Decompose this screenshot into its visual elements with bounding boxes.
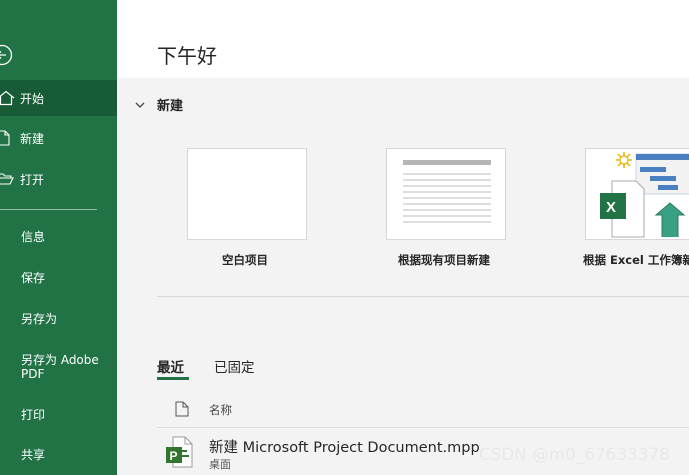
nav-item-save-as[interactable]: 另存为	[21, 312, 57, 326]
nav-item-new[interactable]: 新建	[0, 121, 117, 155]
nav-item-label: 新建	[20, 131, 45, 146]
nav-separator	[0, 209, 97, 210]
new-file-icon	[0, 130, 20, 146]
open-folder-icon	[0, 171, 20, 187]
list-divider	[157, 427, 689, 428]
project-file-icon: P	[165, 436, 193, 472]
back-arrow-icon[interactable]	[0, 44, 13, 66]
template-from-existing[interactable]	[386, 148, 506, 240]
active-tab-indicator	[157, 377, 189, 380]
nav-item-open[interactable]: 打开	[0, 162, 117, 196]
section-divider	[157, 296, 689, 297]
nav-item-print[interactable]: 打印	[21, 408, 45, 422]
nav-item-share[interactable]: 共享	[21, 448, 45, 462]
watermark-text: CSDN @m0_67633378	[479, 445, 670, 464]
template-label: 空白项目	[222, 253, 268, 267]
backstage-sidebar: 开始 新建 打开 信息 保存 另存为 另存为 Adobe PDF 打印 共享	[0, 0, 117, 475]
nav-item-save[interactable]: 保存	[21, 271, 45, 285]
file-location: 桌面	[209, 458, 231, 471]
nav-item-home[interactable]: 开始	[0, 80, 117, 116]
nav-item-save-as-pdf[interactable]: 另存为 Adobe PDF	[21, 353, 111, 381]
file-type-icon	[175, 401, 189, 421]
excel-import-icon: X	[600, 152, 689, 238]
template-label: 根据 Excel 工作簿新建	[583, 253, 689, 267]
svg-text:X: X	[606, 199, 616, 216]
svg-text:P: P	[170, 449, 178, 463]
new-section-header[interactable]: 新建	[135, 95, 183, 114]
tab-pinned[interactable]: 已固定	[214, 356, 255, 376]
template-label: 根据现有项目新建	[398, 253, 490, 267]
chevron-down-icon	[135, 102, 145, 108]
column-header-name[interactable]: 名称	[209, 402, 232, 418]
backstage-main: 下午好 新建 空白项目 根据现有项目新建 X 根据 Excel 工作簿新 最近 …	[117, 0, 689, 475]
template-blank-project[interactable]	[187, 148, 307, 240]
template-from-excel[interactable]: X	[585, 148, 689, 240]
nav-item-label: 开始	[20, 91, 45, 106]
page-title: 下午好	[157, 44, 217, 68]
home-icon	[0, 90, 20, 106]
file-name: 新建 Microsoft Project Document.mpp	[209, 440, 480, 456]
nav-item-label: 打开	[20, 172, 45, 187]
document-lines-icon	[403, 160, 491, 223]
new-section-title: 新建	[157, 99, 184, 114]
nav-item-info[interactable]: 信息	[21, 230, 45, 244]
tab-recent[interactable]: 最近	[157, 356, 184, 376]
